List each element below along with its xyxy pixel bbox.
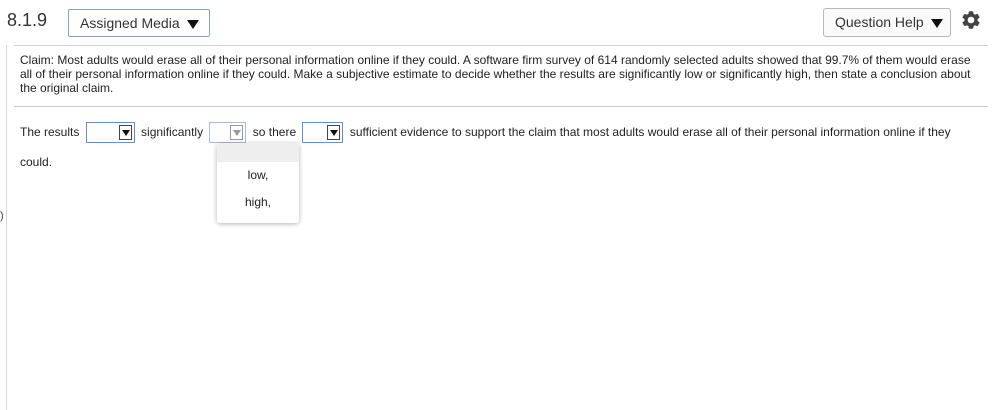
answer-part-1: The results	[20, 125, 80, 139]
top-separator	[14, 45, 988, 46]
evidence-dropdown[interactable]	[302, 122, 344, 144]
dropdown-arrow-icon	[118, 125, 132, 141]
dropdown-option-high[interactable]: high,	[217, 189, 299, 216]
answer-part-3: so there	[252, 125, 297, 139]
claim-text: Claim: Most adults would erase all of th…	[20, 53, 971, 95]
dropdown-arrow-icon	[327, 125, 341, 141]
gear-icon[interactable]	[960, 9, 982, 31]
answer-sentence: The results significantly so there suffi…	[20, 117, 985, 177]
assigned-media-label: Assigned Media	[80, 15, 180, 31]
left-pane-divider	[6, 45, 7, 410]
dropdown-blank-option[interactable]	[217, 143, 299, 162]
significance-dropdown[interactable]	[209, 122, 247, 144]
dropdown-option-low[interactable]: low,	[217, 162, 299, 189]
significance-dropdown-menu: low, high,	[217, 143, 299, 223]
answer-part-2: significantly	[141, 125, 204, 139]
header: 8.1.9 Assigned Media Question Help	[0, 0, 999, 42]
left-margin-mark: )	[0, 210, 4, 222]
question-help-label: Question Help	[835, 14, 924, 30]
question-number: 8.1.9	[7, 10, 48, 30]
results-dropdown[interactable]	[85, 122, 135, 144]
assigned-media-button[interactable]: Assigned Media	[68, 9, 210, 37]
dropdown-arrow-icon	[230, 125, 244, 141]
caret-down-icon	[930, 18, 943, 28]
question-help-button[interactable]: Question Help	[823, 8, 951, 37]
separator	[14, 106, 988, 107]
caret-down-icon	[186, 19, 199, 29]
